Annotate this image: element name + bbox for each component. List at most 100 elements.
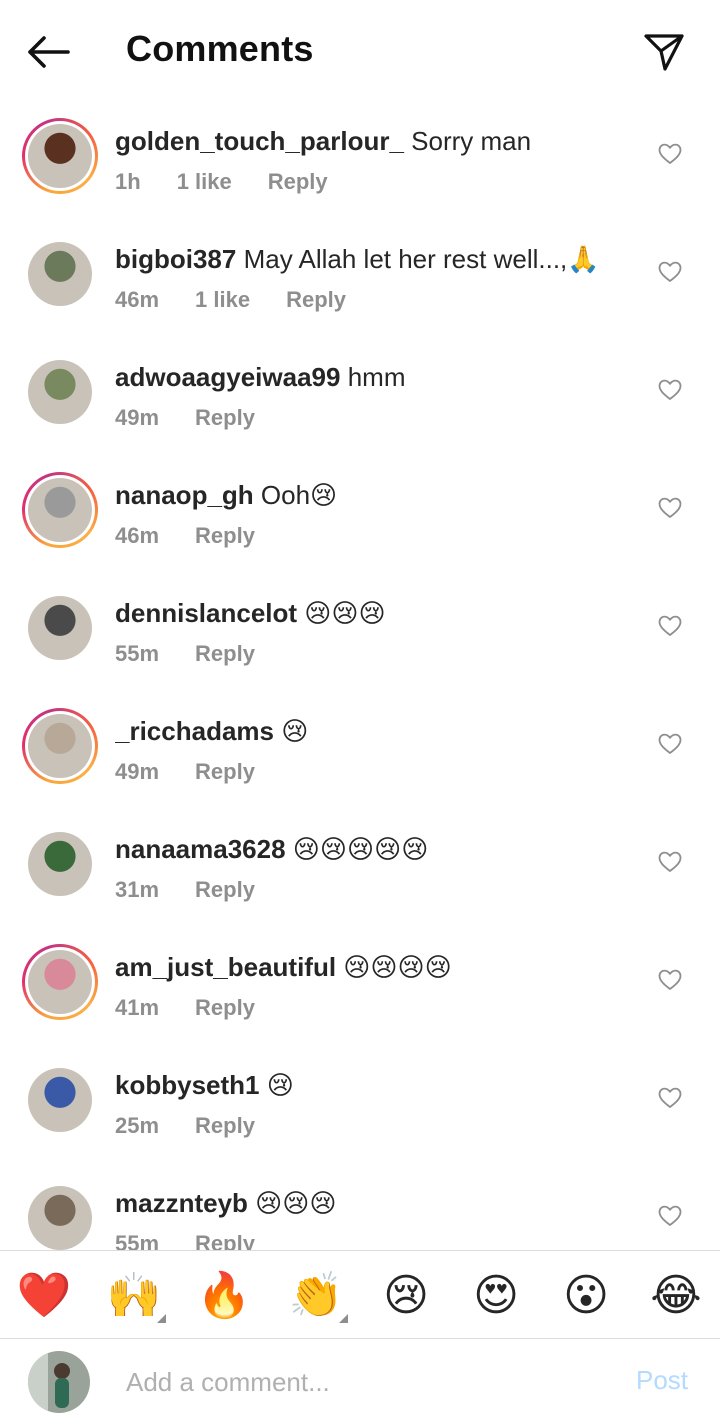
comment-text-line: dennislancelot 😢😢😢	[115, 596, 635, 630]
comment-username[interactable]: _ricchadams	[115, 716, 274, 746]
comment-row: adwoaagyeiwaa99 hmm 49m Reply	[0, 340, 720, 458]
reply-button[interactable]: Reply	[195, 520, 255, 552]
comment-username[interactable]: dennislancelot	[115, 598, 297, 628]
like-comment-button[interactable]	[656, 140, 684, 168]
avatar-frame	[25, 475, 95, 545]
avatar-frame	[28, 596, 92, 660]
share-button[interactable]	[640, 28, 688, 76]
avatar-image	[28, 1186, 92, 1250]
comment-row: am_just_beautiful 😢😢😢😢 41m Reply	[0, 930, 720, 1048]
avatar-with-story-ring[interactable]	[22, 118, 98, 194]
reply-button[interactable]: Reply	[195, 402, 255, 434]
avatar[interactable]	[22, 590, 98, 666]
surprised-face-emoji[interactable]: 😮	[558, 1267, 614, 1323]
avatar-image	[28, 360, 92, 424]
comments-list[interactable]: golden_touch_parlour_ Sorry man 1h 1 like R…	[0, 104, 720, 1250]
reply-button[interactable]: Reply	[195, 1110, 255, 1142]
avatar-with-story-ring[interactable]	[22, 708, 98, 784]
heart-outline-icon	[658, 733, 682, 754]
comment-row: golden_touch_parlour_ Sorry man 1h 1 like R…	[0, 104, 720, 222]
comment-input[interactable]	[126, 1359, 606, 1405]
comment-username[interactable]: am_just_beautiful	[115, 952, 336, 982]
comment-row: nanaama3628 😢😢😢😢😢 31m Reply	[0, 812, 720, 930]
comment-timestamp: 55m	[115, 1231, 160, 1250]
reply-button[interactable]: Reply	[286, 284, 346, 316]
heart-outline-icon	[658, 1087, 682, 1108]
like-comment-button[interactable]	[656, 966, 684, 994]
clapping-emoji[interactable]: 👏	[288, 1267, 348, 1323]
comment-body: Sorry man	[411, 126, 532, 156]
raising-hands-emoji[interactable]: 🙌	[106, 1267, 166, 1323]
avatar[interactable]	[22, 826, 98, 902]
comment-body: 😢😢😢	[255, 1188, 337, 1218]
comment-row: kobbyseth1 😢 25m Reply	[0, 1048, 720, 1166]
back-button[interactable]	[22, 26, 74, 78]
comment-username[interactable]: golden_touch_parlour_	[115, 126, 404, 156]
crying-face-emoji[interactable]: 😢	[378, 1267, 434, 1323]
like-comment-button[interactable]	[656, 612, 684, 640]
comment-meta: 55m Reply	[115, 1228, 255, 1250]
reply-button[interactable]: Reply	[195, 756, 255, 788]
comment-timestamp: 31m	[115, 877, 160, 902]
comment-like-count[interactable]: 1 like	[177, 166, 232, 198]
comment-username[interactable]: bigboi387	[115, 244, 236, 274]
reply-button[interactable]: Reply	[195, 638, 255, 670]
like-comment-button[interactable]	[656, 494, 684, 522]
fire-emoji[interactable]: 🔥	[196, 1267, 252, 1323]
comment-row: nanaop_gh Ooh😢 46m Reply	[0, 458, 720, 576]
comment-body: 😢😢😢😢😢	[292, 834, 429, 864]
reply-button[interactable]: Reply	[195, 992, 255, 1024]
heart-eyes-emoji[interactable]: 😍	[468, 1267, 524, 1323]
surprised-face-emoji-glyph: 😮	[563, 1270, 609, 1320]
comment-text-line: nanaop_gh Ooh😢	[115, 478, 635, 512]
reply-button[interactable]: Reply	[195, 874, 255, 906]
heart-outline-icon	[658, 851, 682, 872]
comment-timestamp: 25m	[115, 1113, 160, 1138]
comment-timestamp: 1h	[115, 169, 141, 194]
comment-text-line: golden_touch_parlour_ Sorry man	[115, 124, 635, 158]
heart-emoji[interactable]: ❤️	[16, 1267, 72, 1323]
comment-username[interactable]: mazznteyb	[115, 1188, 248, 1218]
comment-username[interactable]: nanaop_gh	[115, 480, 254, 510]
like-comment-button[interactable]	[656, 1202, 684, 1230]
tears-of-joy-emoji[interactable]: 😂	[648, 1267, 704, 1323]
tears-of-joy-emoji-glyph: 😂	[650, 1270, 702, 1320]
comment-username[interactable]: kobbyseth1	[115, 1070, 260, 1100]
heart-outline-icon	[658, 969, 682, 990]
like-comment-button[interactable]	[656, 258, 684, 286]
comment-text-line: kobbyseth1 😢	[115, 1068, 635, 1102]
like-comment-button[interactable]	[656, 848, 684, 876]
post-button[interactable]: Post	[636, 1365, 688, 1396]
avatar[interactable]	[22, 1180, 98, 1250]
comment-text-line: bigboi387 May Allah let her rest well...…	[115, 242, 635, 276]
avatar-image	[28, 478, 92, 542]
raising-hands-emoji-glyph: 🙌	[106, 1271, 162, 1320]
comment-row: mazznteyb 😢😢😢 55m Reply	[0, 1166, 720, 1250]
like-comment-button[interactable]	[656, 1084, 684, 1112]
avatar-image	[28, 714, 92, 778]
avatar-image	[28, 596, 92, 660]
variant-indicator-icon	[339, 1314, 348, 1323]
reply-button[interactable]: Reply	[268, 166, 328, 198]
arrow-left-icon	[28, 36, 70, 68]
comment-timestamp: 41m	[115, 995, 160, 1020]
comment-like-count[interactable]: 1 like	[195, 284, 250, 316]
like-comment-button[interactable]	[656, 730, 684, 758]
comment-timestamp: 49m	[115, 759, 160, 784]
comment-body: 😢	[281, 716, 309, 746]
comment-body: hmm	[347, 362, 406, 392]
comment-username[interactable]: adwoaagyeiwaa99	[115, 362, 340, 392]
comment-text-line: adwoaagyeiwaa99 hmm	[115, 360, 635, 394]
like-comment-button[interactable]	[656, 376, 684, 404]
avatar[interactable]	[22, 1062, 98, 1138]
comment-row: _ricchadams 😢 49m Reply	[0, 694, 720, 812]
comment-meta: 31m Reply	[115, 874, 255, 906]
avatar[interactable]	[22, 236, 98, 312]
avatar-frame	[28, 1068, 92, 1132]
reply-button[interactable]: Reply	[195, 1228, 255, 1250]
comment-timestamp: 49m	[115, 405, 160, 430]
avatar-with-story-ring[interactable]	[22, 944, 98, 1020]
avatar[interactable]	[22, 354, 98, 430]
avatar-with-story-ring[interactable]	[22, 472, 98, 548]
comment-username[interactable]: nanaama3628	[115, 834, 286, 864]
